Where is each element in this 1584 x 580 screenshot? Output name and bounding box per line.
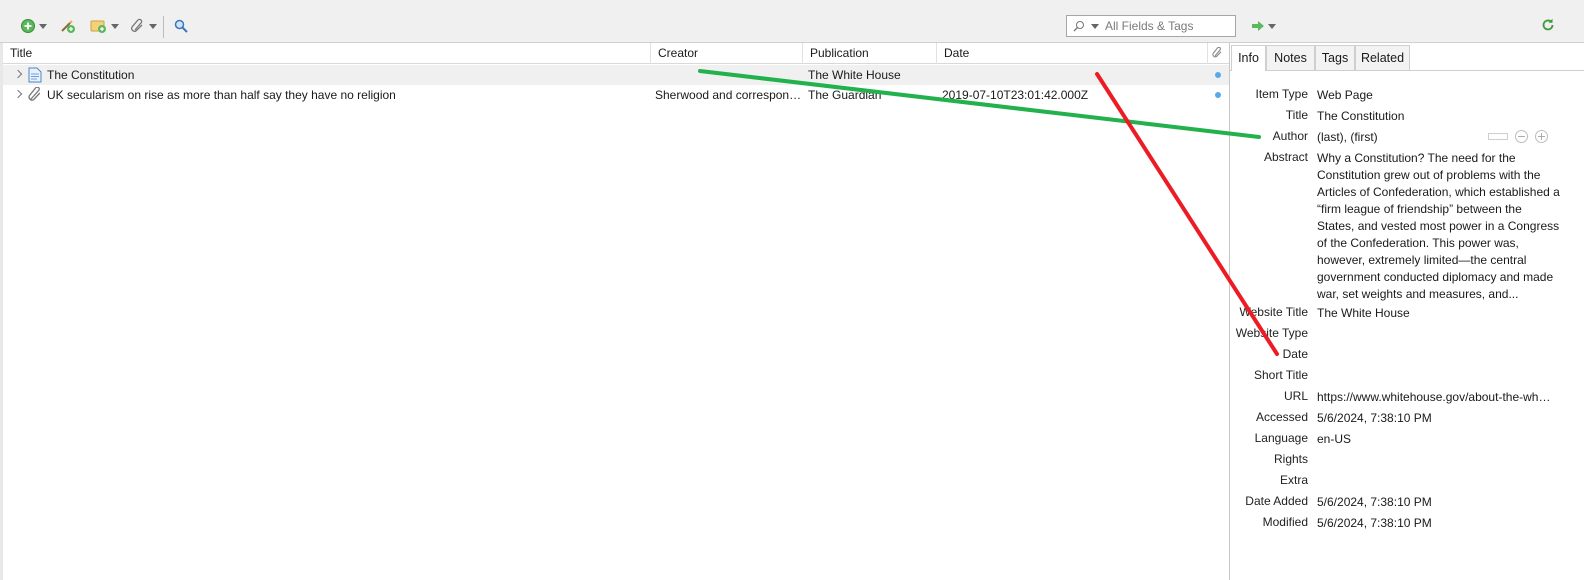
new-note-icon — [61, 20, 75, 33]
column-header-publication[interactable]: Publication — [803, 43, 937, 64]
new-item-button[interactable] — [20, 14, 47, 38]
column-header-attachments[interactable] — [1208, 43, 1229, 64]
date-added-value: 5/6/2024, 7:38:10 PM — [1317, 495, 1432, 509]
accessed-field[interactable]: 5/6/2024, 7:38:10 PM — [1317, 410, 1562, 427]
search-input[interactable]: All Fields & Tags — [1066, 15, 1236, 37]
item-pane-tabs: Info Notes Tags Related — [1230, 43, 1584, 71]
item-type-select[interactable]: Web Page — [1317, 87, 1562, 104]
field-label: Title — [1285, 108, 1308, 122]
add-attachment-folder-icon — [90, 20, 106, 33]
toolbar-divider — [163, 16, 164, 38]
column-header-date[interactable]: Date — [937, 43, 1208, 64]
toolbar: All Fields & Tags — [0, 0, 1584, 43]
field-label: Date — [1282, 347, 1308, 361]
item-pane: Info Notes Tags Related Item Type Web Pa… — [1230, 43, 1584, 580]
chevron-right-icon[interactable] — [13, 69, 23, 79]
items-column-header: Title Creator Publication Date — [3, 43, 1229, 64]
creator-type-label[interactable]: Author — [1273, 129, 1308, 143]
web-page-icon — [28, 67, 42, 83]
column-header-title[interactable]: Title — [3, 43, 651, 64]
new-item-icon — [21, 19, 35, 33]
newspaper-article-icon — [28, 87, 41, 101]
switch-name-mode-icon[interactable] — [1488, 133, 1508, 140]
tab-info[interactable]: Info — [1231, 45, 1266, 71]
url-label[interactable]: URL — [1284, 389, 1308, 403]
chevron-down-icon — [1268, 23, 1276, 29]
add-creator-icon[interactable] — [1535, 130, 1548, 143]
chevron-right-icon[interactable] — [13, 89, 23, 99]
modified-value: 5/6/2024, 7:38:10 PM — [1317, 516, 1432, 530]
item-date: 2019-07-10T23:01:42.000Z — [942, 88, 1089, 102]
attachment-status-icon[interactable] — [1215, 92, 1221, 98]
field-label: Short Title — [1253, 368, 1308, 382]
search-icon — [1073, 21, 1084, 32]
chevron-down-icon — [39, 23, 47, 29]
field-label: Website Type — [1235, 326, 1308, 340]
field-label: Modified — [1262, 515, 1308, 529]
item-publication: The Guardian — [808, 88, 882, 102]
item-title: The Constitution — [47, 68, 135, 82]
chevron-down-icon — [111, 23, 119, 29]
chevron-down-icon — [149, 23, 157, 29]
field-label: Accessed — [1255, 410, 1308, 424]
search-mode-dropdown-icon[interactable] — [1091, 23, 1099, 29]
field-label: Date Added — [1245, 494, 1308, 508]
field-label: Item Type — [1255, 87, 1308, 101]
field-label: Language — [1254, 431, 1308, 445]
table-row[interactable]: The Constitution The White House — [3, 65, 1229, 85]
website-title-field[interactable]: The White House — [1317, 305, 1562, 322]
creator-controls — [1488, 130, 1548, 143]
field-label: Extra — [1279, 473, 1308, 487]
attachment-status-icon[interactable] — [1215, 72, 1221, 78]
items-tree[interactable]: Title Creator Publication Date The Const… — [3, 43, 1229, 580]
url-field[interactable]: https://www.whitehouse.gov/about-the-wh… — [1317, 389, 1562, 406]
attachment-icon — [131, 18, 143, 32]
title-field[interactable]: The Constitution — [1317, 108, 1562, 125]
locate-button[interactable] — [1251, 14, 1276, 38]
item-creator: Sherwood and correspon… — [655, 88, 802, 102]
field-label: Rights — [1273, 452, 1308, 466]
column-header-creator[interactable]: Creator — [651, 43, 803, 64]
search-placeholder: All Fields & Tags — [1105, 19, 1194, 33]
locate-icon — [1252, 21, 1264, 31]
language-field[interactable]: en-US — [1317, 431, 1562, 448]
tab-notes[interactable]: Notes — [1266, 45, 1315, 70]
item-publication: The White House — [808, 68, 901, 82]
advanced-search-icon — [174, 19, 188, 33]
attachment-icon — [1212, 46, 1222, 58]
add-attachment-folder-button[interactable] — [90, 14, 119, 38]
tab-related[interactable]: Related — [1355, 45, 1410, 70]
attachment-button[interactable] — [130, 14, 157, 38]
table-row[interactable]: UK secularism on rise as more than half … — [3, 85, 1229, 105]
abstract-field[interactable]: Why a Constitution? The need for the Con… — [1317, 150, 1562, 303]
new-note-button[interactable] — [59, 14, 77, 38]
sync-icon[interactable] — [1541, 18, 1555, 32]
field-label: Website Title — [1239, 305, 1308, 319]
item-title: UK secularism on rise as more than half … — [47, 88, 396, 102]
tab-tags[interactable]: Tags — [1315, 45, 1355, 70]
remove-creator-icon[interactable] — [1515, 130, 1528, 143]
advanced-search-button[interactable] — [173, 14, 189, 38]
field-label: Abstract — [1263, 150, 1308, 164]
